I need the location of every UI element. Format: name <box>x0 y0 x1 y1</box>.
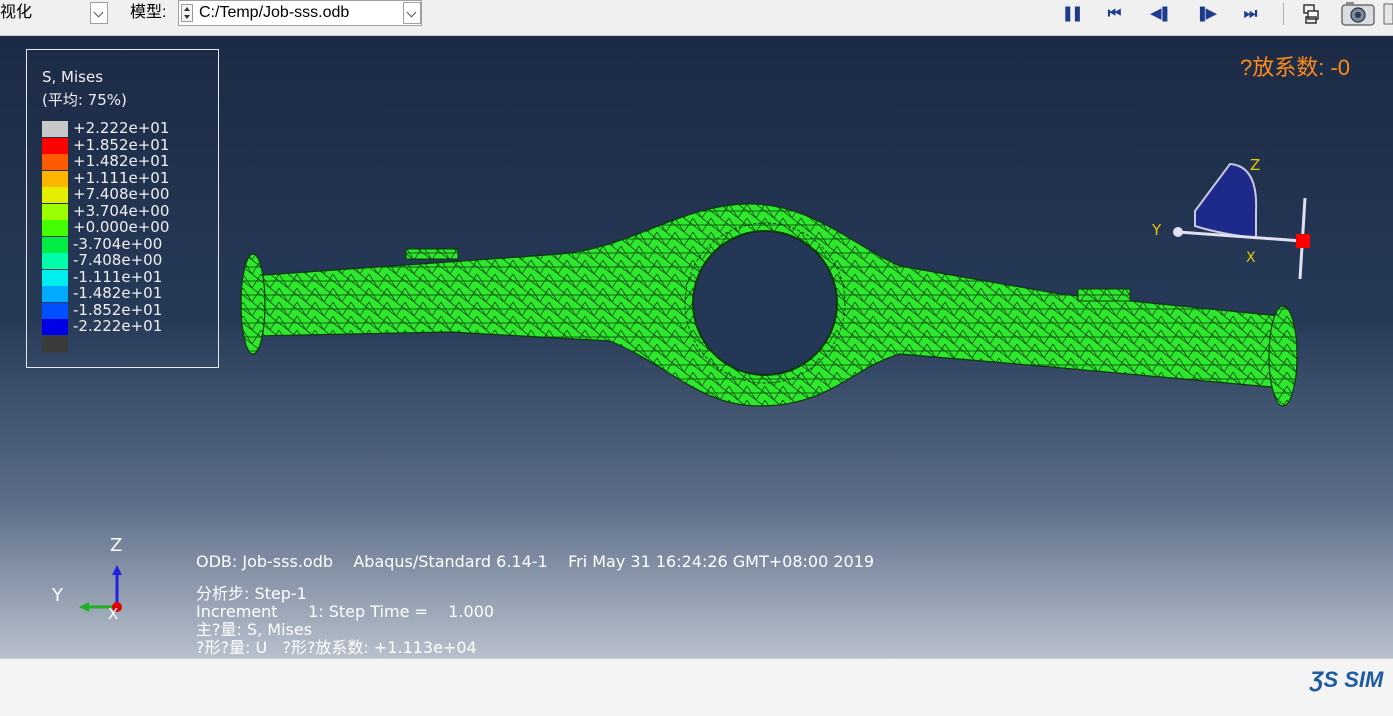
coordinate-triad <box>79 565 122 612</box>
odb-info-line: ODB: Job-sss.odb Abaqus/Standard 6.14-1 … <box>196 552 875 571</box>
toolbar-separator <box>1283 3 1284 25</box>
model-dropdown-arrow-icon[interactable] <box>403 2 421 24</box>
increment-info-line: Increment 1: Step Time = 1.000 <box>196 602 495 621</box>
previous-frame-button[interactable]: ◀❚ <box>1146 2 1172 24</box>
view-cube-y-label: Y <box>1151 221 1162 239</box>
last-frame-button[interactable]: ⏭ <box>1236 2 1262 24</box>
step-info-line: 分析步: Step-1 <box>196 584 307 603</box>
triad-y-label: Y <box>52 585 63 606</box>
triad-z-label: Z <box>110 535 123 556</box>
right-flange <box>1268 305 1298 407</box>
triad-x-label: X <box>108 605 119 623</box>
abaqus-window: 视化 模型: C:/Temp/Job-sss.odb ❚❚ ⏮ ◀❚ ❚▶ ⏭ <box>0 0 1393 716</box>
camera-icon[interactable] <box>1340 1 1376 27</box>
center-bore <box>692 230 838 376</box>
viewport-layout-icon[interactable] <box>1300 2 1324 26</box>
toolbar-overflow-icon[interactable] <box>1382 2 1393 26</box>
status-bar: ƷS SIM <box>0 658 1393 716</box>
model-select[interactable]: C:/Temp/Job-sss.odb <box>178 0 422 26</box>
view-cube-z-label: Z <box>1250 156 1260 174</box>
module-dropdown-arrow-icon[interactable] <box>90 2 108 24</box>
model-select-value: C:/Temp/Job-sss.odb <box>199 4 350 21</box>
first-frame-button[interactable]: ⏮ <box>1100 2 1126 24</box>
pause-button[interactable]: ❚❚ <box>1058 2 1084 24</box>
next-frame-button[interactable]: ❚▶ <box>1192 2 1218 24</box>
toolbar: 视化 模型: C:/Temp/Job-sss.odb ❚❚ ⏮ ◀❚ ❚▶ ⏭ <box>0 0 1393 36</box>
view-cube[interactable]: Z Y X <box>1150 156 1320 286</box>
model-spin-icon[interactable] <box>181 4 193 22</box>
view-cube-x-label: X <box>1246 250 1256 266</box>
primary-variable-line: 主?量: S, Mises <box>196 620 313 639</box>
left-mount-pad <box>405 248 459 260</box>
left-flange <box>240 253 266 355</box>
viewport[interactable]: S, Mises (平均: 75%) +2.222e+01 +1.852e+01 +… <box>0 36 1393 658</box>
model-label: 模型: <box>130 4 167 21</box>
module-select-value[interactable]: 视化 <box>0 0 32 26</box>
right-mount-pad <box>1077 288 1131 302</box>
simulia-logo: ƷS SIM <box>1310 667 1384 692</box>
deformed-variable-line: ?形?量: U ?形?放系数: +1.113e+04 <box>196 638 477 657</box>
